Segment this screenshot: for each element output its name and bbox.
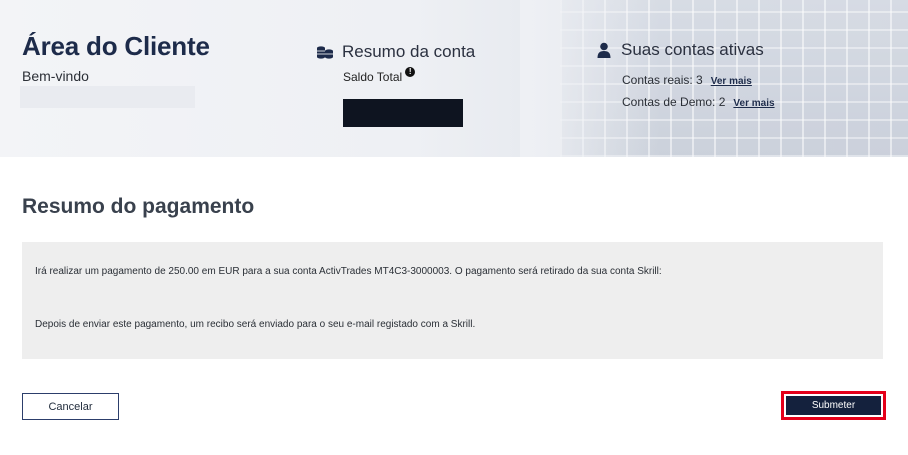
demo-accounts-count: Contas de Demo: 2 bbox=[622, 95, 726, 109]
total-balance-label: Saldo Total bbox=[343, 70, 403, 84]
active-accounts-title: Suas contas ativas bbox=[621, 40, 764, 59]
total-balance-row: Saldo Total ! bbox=[343, 67, 416, 84]
payment-summary-title: Resumo do pagamento bbox=[22, 195, 255, 218]
welcome-text: Bem-vindo bbox=[22, 68, 89, 84]
receipt-message: Depois de enviar este pagamento, um reci… bbox=[35, 319, 476, 330]
demo-accounts-row: Contas de Demo: 2 Ver mais bbox=[622, 95, 775, 109]
submit-button[interactable]: Submeter bbox=[786, 396, 881, 415]
cancel-button[interactable]: Cancelar bbox=[22, 393, 119, 420]
see-more-demo-accounts-link[interactable]: Ver mais bbox=[733, 98, 774, 109]
coins-icon bbox=[316, 44, 334, 60]
payment-info-box: Irá realizar um pagamento de 250.00 em E… bbox=[22, 242, 883, 359]
client-area-header bbox=[0, 0, 908, 157]
redacted-user-name bbox=[20, 86, 195, 108]
real-accounts-count: Contas reais: 3 bbox=[622, 73, 703, 87]
account-summary-header: Resumo da conta bbox=[316, 42, 475, 62]
real-accounts-row: Contas reais: 3 Ver mais bbox=[622, 73, 752, 87]
redacted-balance-value bbox=[343, 99, 463, 127]
info-icon[interactable]: ! bbox=[405, 67, 416, 77]
user-icon bbox=[597, 42, 611, 58]
page-header-title: Área do Cliente bbox=[22, 31, 210, 61]
payment-message: Irá realizar um pagamento de 250.00 em E… bbox=[35, 266, 662, 277]
submit-highlight-frame: Submeter bbox=[781, 391, 886, 420]
see-more-real-accounts-link[interactable]: Ver mais bbox=[711, 76, 752, 87]
account-summary-title: Resumo da conta bbox=[342, 42, 476, 61]
active-accounts-header: Suas contas ativas bbox=[597, 40, 764, 60]
